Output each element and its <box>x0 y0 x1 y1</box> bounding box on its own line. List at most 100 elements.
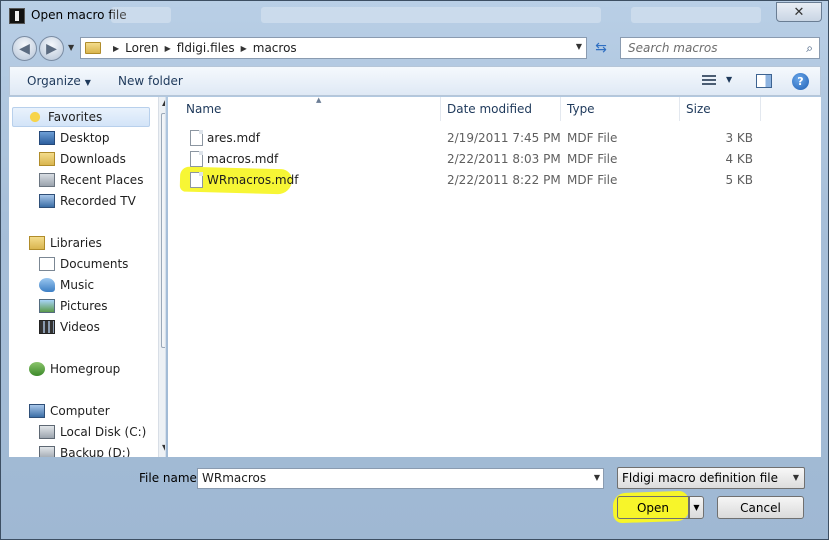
sidebar-item-documents[interactable]: Documents <box>39 254 128 274</box>
libraries-icon <box>29 236 45 250</box>
computer-icon <box>29 404 45 418</box>
new-folder-button[interactable]: New folder <box>118 74 183 88</box>
sidebar-item-desktop[interactable]: Desktop <box>39 128 110 148</box>
open-options-dropdown-icon[interactable]: ▼ <box>689 496 704 519</box>
hard-disk-icon <box>39 425 55 439</box>
search-input[interactable]: Search macros ⌕ <box>620 37 820 59</box>
documents-icon <box>39 257 55 271</box>
forward-button[interactable]: ▶ <box>39 36 64 61</box>
sidebar-item-backup[interactable]: Backup (D:) <box>39 443 130 457</box>
preview-pane-icon[interactable] <box>756 74 772 88</box>
file-size: 4 KB <box>725 152 753 166</box>
file-row-macros[interactable]: macros.mdf 2/22/2011 8:03 PM MDF File 4 … <box>182 149 802 169</box>
help-icon[interactable]: ? <box>792 73 809 90</box>
organize-label: Organize <box>27 74 81 88</box>
sidebar-item-label: Local Disk (C:) <box>60 425 147 439</box>
open-button[interactable]: Open <box>617 496 689 519</box>
back-button[interactable]: ◀ <box>12 36 37 61</box>
breadcrumb-fldigi-files[interactable]: fldigi.files <box>177 41 235 55</box>
open-file-dialog: Open macro file ✕ ◀ ▶ ▼ ▶ Loren ▶ fldigi… <box>0 0 829 540</box>
address-bar[interactable]: ▶ Loren ▶ fldigi.files ▶ macros ▼ <box>80 37 587 59</box>
pictures-icon <box>39 299 55 313</box>
view-chevron-down-icon[interactable]: ▼ <box>726 75 732 84</box>
sidebar-item-label: Recorded TV <box>60 194 136 208</box>
chevron-down-icon: ▼ <box>84 78 91 87</box>
close-button[interactable]: ✕ <box>776 2 822 22</box>
scrollbar-thumb[interactable] <box>161 113 165 348</box>
organize-button[interactable]: Organize ▼ <box>27 74 91 88</box>
file-row-ares[interactable]: ares.mdf 2/19/2011 7:45 PM MDF File 3 KB <box>182 128 802 148</box>
breadcrumb-chevron-icon[interactable]: ▶ <box>165 44 171 53</box>
column-header-size[interactable]: Size <box>680 97 761 121</box>
scroll-up-arrow-icon[interactable]: ▲ <box>162 98 165 107</box>
sidebar-item-label: Backup (D:) <box>60 446 131 457</box>
sidebar-item-libraries[interactable]: Libraries <box>29 233 102 253</box>
dialog-footer: File name: WRmacros ▼ Fldigi macro defin… <box>1 459 828 539</box>
file-name-dropdown-icon[interactable]: ▼ <box>594 473 600 482</box>
background-window-ghost <box>111 7 171 23</box>
navigation-scrollbar[interactable]: ▲ ▼ <box>158 97 165 457</box>
file-name-label: File name: <box>139 471 201 485</box>
navigation-pane: Favorites Desktop Downloads Recent Place… <box>9 97 166 457</box>
search-icon[interactable]: ⌕ <box>806 41 813 56</box>
videos-icon <box>39 320 55 334</box>
column-header-type[interactable]: Type <box>561 97 680 121</box>
sidebar-item-label: Recent Places <box>60 173 144 187</box>
title-bar[interactable]: Open macro file ✕ <box>1 1 828 31</box>
breadcrumb-chevron-icon[interactable]: ▶ <box>241 44 247 53</box>
sidebar-item-label: Libraries <box>50 236 102 250</box>
folder-icon <box>85 42 101 54</box>
sidebar-item-recent-places[interactable]: Recent Places <box>39 170 143 190</box>
sidebar-item-label: Favorites <box>48 110 103 124</box>
sidebar-item-videos[interactable]: Videos <box>39 317 100 337</box>
sidebar-item-label: Music <box>60 278 95 292</box>
column-header-date[interactable]: Date modified <box>441 97 561 121</box>
file-name: WRmacros.mdf <box>207 173 299 187</box>
sidebar-item-local-disk[interactable]: Local Disk (C:) <box>39 422 146 442</box>
sidebar-item-downloads[interactable]: Downloads <box>39 149 126 169</box>
file-date: 2/22/2011 8:03 PM <box>447 152 561 166</box>
cancel-button[interactable]: Cancel <box>717 496 804 519</box>
sidebar-item-computer[interactable]: Computer <box>29 401 110 421</box>
hard-disk-icon <box>39 446 55 457</box>
breadcrumb-macros[interactable]: macros <box>253 41 297 55</box>
file-icon <box>190 172 203 188</box>
file-size: 5 KB <box>725 173 753 187</box>
desktop-icon <box>39 131 55 145</box>
address-dropdown-icon[interactable]: ▼ <box>576 42 582 51</box>
search-placeholder: Search macros <box>628 41 718 55</box>
file-list: Name ▲ Date modified Type Size ares.mdf 2… <box>168 96 821 457</box>
file-type: MDF File <box>567 131 618 145</box>
help-label: ? <box>797 75 804 88</box>
refresh-icon[interactable]: ⇆ <box>589 37 613 59</box>
chevron-down-icon: ▼ <box>792 473 799 482</box>
sidebar-item-homegroup[interactable]: Homegroup <box>29 359 120 379</box>
recent-locations-chevron-icon[interactable]: ▼ <box>68 43 74 52</box>
file-name-input[interactable]: WRmacros ▼ <box>197 468 604 489</box>
file-name: macros.mdf <box>207 152 279 166</box>
file-date: 2/22/2011 8:22 PM <box>447 173 561 187</box>
sidebar-item-pictures[interactable]: Pictures <box>39 296 108 316</box>
sidebar-item-favorites[interactable]: Favorites <box>12 107 150 127</box>
sidebar-item-label: Documents <box>60 257 129 271</box>
command-bar: Organize ▼ New folder ▼ ? <box>9 66 821 96</box>
sidebar-item-music[interactable]: Music <box>39 275 94 295</box>
sidebar-item-label: Downloads <box>60 152 126 166</box>
sidebar-item-recorded-tv[interactable]: Recorded TV <box>39 191 136 211</box>
view-options-icon[interactable] <box>702 75 716 87</box>
file-type-filter-select[interactable]: Fldigi macro definition file ▼ <box>617 467 805 489</box>
file-type: MDF File <box>567 173 618 187</box>
breadcrumb-loren[interactable]: Loren <box>125 41 158 55</box>
breadcrumb-chevron-icon[interactable]: ▶ <box>113 44 119 53</box>
downloads-folder-icon <box>39 152 55 166</box>
file-size: 3 KB <box>725 131 753 145</box>
scroll-down-arrow-icon[interactable]: ▼ <box>162 443 165 452</box>
file-name: ares.mdf <box>207 131 261 145</box>
file-type: MDF File <box>567 152 618 166</box>
sidebar-item-label: Computer <box>50 404 110 418</box>
file-name-value: WRmacros <box>202 471 267 485</box>
music-icon <box>39 278 55 292</box>
file-row-wrmacros[interactable]: WRmacros.mdf 2/22/2011 8:22 PM MDF File … <box>182 170 802 190</box>
column-header-name[interactable]: Name ▲ <box>180 96 441 121</box>
file-icon <box>190 130 203 146</box>
